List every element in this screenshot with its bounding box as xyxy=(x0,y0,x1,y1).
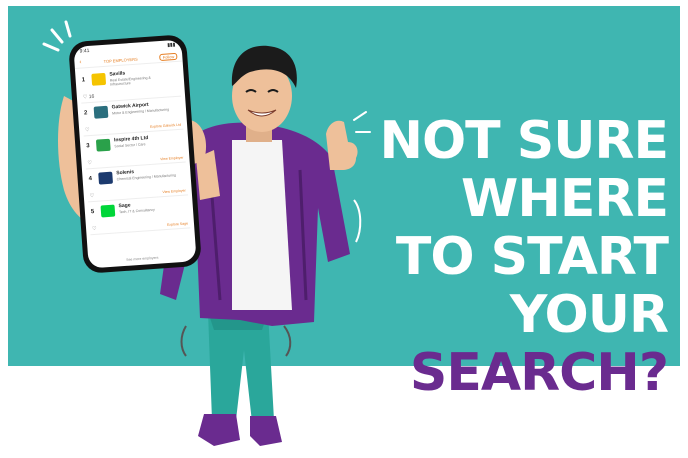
employer-logo-icon xyxy=(91,72,107,86)
employer-rank: 4 xyxy=(88,176,93,183)
employer-link[interactable]: Explore Gatwick Ltd xyxy=(150,123,181,129)
employer-logo-icon xyxy=(98,171,114,185)
headline-line-2: WHERE xyxy=(461,169,669,229)
heart-icon[interactable]: ♡ xyxy=(92,226,97,232)
heart-icon[interactable]: ♡ xyxy=(90,193,95,199)
app-bar-title: TOP EMPLOYERS xyxy=(103,56,138,64)
employer-link[interactable]: View Employer xyxy=(162,189,186,195)
headline-line-5: SEARCH? xyxy=(409,343,669,403)
see-more-link[interactable]: See more employers xyxy=(88,253,196,265)
employer-rank: 2 xyxy=(83,110,88,117)
employer-link[interactable]: Explore Sage xyxy=(167,221,188,226)
headline-line-4: YOUR xyxy=(509,285,669,345)
employer-logo-icon xyxy=(93,105,109,119)
employer-name: Savills xyxy=(109,70,126,78)
employer-rank: 3 xyxy=(86,143,90,150)
phone-screen: 9:41 ▮▮▮ ‹ TOP EMPLOYERS Follow 1 Savills… xyxy=(73,39,197,269)
phone-mockup: 9:41 ▮▮▮ ‹ TOP EMPLOYERS Follow 1 Savills… xyxy=(68,34,202,274)
employer-rank: 5 xyxy=(90,208,95,216)
employer-link[interactable]: View Employer xyxy=(160,156,184,162)
headline: NOT SURE WHERE TO START YOUR SEARCH? xyxy=(379,111,669,403)
status-time: 9:41 xyxy=(79,47,90,55)
employer-list-item[interactable]: 5 Sage Tech, IT & Consultancy ♡ Explore Sag… xyxy=(88,195,191,236)
employer-logo-icon xyxy=(95,138,111,152)
employer-name: Sage xyxy=(118,202,131,210)
follow-button[interactable]: Follow xyxy=(159,52,178,61)
employer-logo-icon xyxy=(100,204,116,218)
back-arrow-icon[interactable]: ‹ xyxy=(79,60,81,66)
heart-icon[interactable]: ♡ xyxy=(85,127,90,133)
employer-rank: 1 xyxy=(81,77,86,84)
employer-list: 1 Savills Real Estate/Engineering & Infras… xyxy=(75,61,195,237)
heart-icon[interactable]: ♡ 16 xyxy=(83,94,95,101)
heart-icon[interactable]: ♡ xyxy=(87,160,92,166)
headline-line-3: TO START xyxy=(395,227,669,287)
headline-line-1: NOT SURE xyxy=(379,111,669,171)
banner: 9:41 ▮▮▮ ‹ TOP EMPLOYERS Follow 1 Savills… xyxy=(0,0,688,458)
signal-icon: ▮▮▮ xyxy=(167,41,176,49)
like-count: 16 xyxy=(88,93,95,101)
